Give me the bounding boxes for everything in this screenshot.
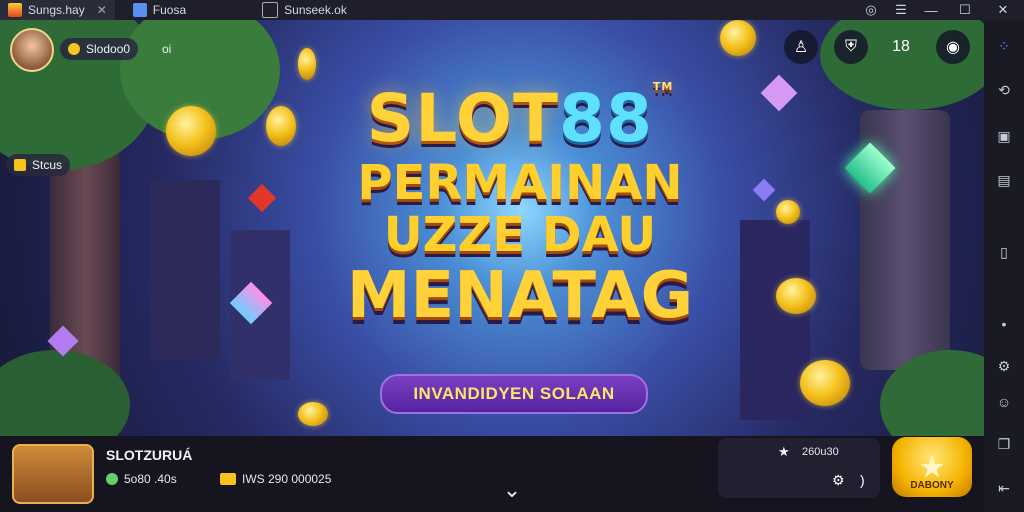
logo-line-2: UZZE DAU bbox=[383, 207, 657, 263]
gear-icon[interactable]: ⚙ bbox=[994, 356, 1014, 376]
emoji-icon[interactable]: ☺ bbox=[994, 392, 1014, 412]
bonus-pill[interactable]: Stcus bbox=[6, 154, 71, 176]
stat-coins-value: 5o80 .40s bbox=[124, 472, 177, 486]
window-icon[interactable]: ▣ bbox=[994, 126, 1014, 146]
status-icon[interactable]: ◎ bbox=[856, 0, 886, 20]
tab-label: Sunseek.ok bbox=[284, 3, 347, 17]
chest-icon bbox=[220, 473, 236, 485]
logo-line-3: MENATAG bbox=[346, 259, 694, 333]
coin-icon bbox=[298, 48, 316, 80]
pink-gem bbox=[760, 74, 798, 112]
share-icon bbox=[262, 2, 279, 18]
coin-icon bbox=[776, 200, 800, 224]
background-building bbox=[150, 180, 220, 360]
subtitle-ribbon[interactable]: INVANDIDYEN SOLAAN bbox=[380, 374, 648, 414]
game-canvas[interactable]: SLOT88TM PERMAINAN UZZE DAU MENATAG INVA… bbox=[0, 20, 984, 436]
logo-title: SLOT88TM bbox=[310, 80, 730, 157]
bonus-button[interactable]: ★ DABONY bbox=[892, 437, 972, 497]
minimize-icon[interactable]: — bbox=[916, 0, 946, 20]
trademark-label: TM bbox=[652, 80, 674, 93]
logo-title-number: 88 bbox=[559, 80, 653, 157]
balance-value: Slodoo0 bbox=[86, 42, 131, 56]
app-icon bbox=[8, 3, 22, 17]
coins-icon bbox=[106, 473, 118, 485]
game-name: SLOTZURUÁ bbox=[106, 447, 193, 463]
emulator-sidebar: ⁘ ⟲ ▣ ▤ ▯ • ⚙ ☺ ❐ ⇤ bbox=[984, 20, 1024, 512]
bonus-button-label: DABONY bbox=[910, 480, 954, 491]
document-icon[interactable]: ▤ bbox=[994, 170, 1014, 190]
person-icon[interactable]: ♙ bbox=[784, 30, 818, 64]
stat-chest: IWS 290 000025 bbox=[220, 472, 331, 486]
menu-icon[interactable]: ☰ bbox=[886, 0, 916, 20]
stat-coins: 5o80 .40s bbox=[106, 472, 177, 486]
coin-icon bbox=[266, 106, 296, 146]
grid-icon[interactable]: ⁘ bbox=[994, 36, 1014, 56]
tab-sungs[interactable]: Sungs.hay ✕ bbox=[0, 0, 115, 20]
balance-suffix: oi bbox=[162, 42, 172, 56]
avatar[interactable] bbox=[10, 28, 54, 72]
tab-label: Sungs.hay bbox=[28, 3, 85, 17]
star-icon: ★ bbox=[920, 452, 944, 482]
back-icon[interactable]: ⇤ bbox=[994, 478, 1014, 498]
stat-chest-value: IWS 290 000025 bbox=[242, 472, 332, 486]
coin-icon bbox=[166, 106, 216, 156]
coin-icon bbox=[720, 20, 756, 56]
balance-pill[interactable]: Slodoo0 bbox=[60, 38, 139, 60]
panel-suffix: ) bbox=[860, 472, 865, 488]
browser-icon bbox=[132, 3, 147, 17]
game-logo: SLOT88TM PERMAINAN UZZE DAU MENATAG bbox=[310, 80, 730, 331]
close-tab-icon[interactable]: ✕ bbox=[97, 3, 107, 17]
red-gem bbox=[247, 183, 277, 213]
copy-icon[interactable]: ❐ bbox=[994, 434, 1014, 454]
settings-icon[interactable]: ⚙ bbox=[832, 472, 845, 489]
close-icon[interactable]: ✕ bbox=[988, 0, 1018, 20]
stats-panel: ★ 260u30 ⚙ ) bbox=[718, 438, 880, 498]
bonus-label: Stcus bbox=[32, 158, 63, 172]
coin-icon bbox=[800, 360, 850, 406]
coin-icon bbox=[68, 43, 80, 55]
shield-icon[interactable]: ⛨ bbox=[834, 30, 868, 64]
chevron-down-icon[interactable]: ⌄ bbox=[498, 477, 526, 502]
panel-value: 260u30 bbox=[802, 446, 839, 458]
tab-label: Fuosa bbox=[152, 3, 187, 17]
purple-gem bbox=[752, 178, 776, 202]
coin-icon bbox=[298, 402, 328, 426]
tab-sunseek[interactable]: Sunseek.ok bbox=[254, 0, 355, 20]
maximize-icon[interactable]: ☐ bbox=[950, 0, 980, 20]
rank-icon[interactable]: 18 bbox=[884, 30, 918, 64]
bonus-icon bbox=[14, 159, 26, 171]
background-building bbox=[740, 220, 810, 420]
coin-icon bbox=[776, 278, 816, 314]
mobile-icon[interactable]: ▯ bbox=[994, 242, 1014, 262]
chat-icon[interactable]: ◉ bbox=[936, 30, 970, 64]
game-thumbnail[interactable] bbox=[12, 444, 94, 504]
dot-icon[interactable]: • bbox=[994, 314, 1014, 334]
logo-line-1: PERMAINAN bbox=[357, 155, 683, 211]
logo-title-word: SLOT bbox=[366, 80, 560, 157]
star-icon: ★ bbox=[778, 444, 790, 459]
link-icon[interactable]: ⟲ bbox=[994, 80, 1014, 100]
tab-fuosa[interactable]: Fuosa bbox=[125, 0, 194, 20]
